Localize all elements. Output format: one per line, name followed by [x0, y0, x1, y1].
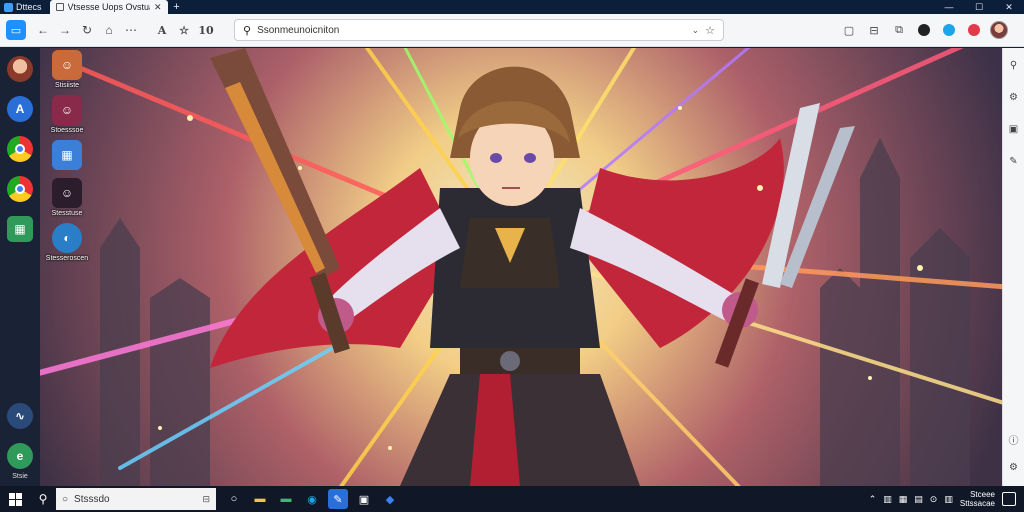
- dock-edge-icon[interactable]: e: [7, 443, 33, 469]
- desktop-icon-image: ◐: [52, 223, 82, 253]
- extensions-icon[interactable]: ⧉: [888, 19, 910, 41]
- tray-chevron-up-icon[interactable]: ⌃: [869, 494, 877, 505]
- notifications-icon[interactable]: [963, 19, 985, 41]
- desktop-icon-image: ☺: [52, 95, 82, 125]
- taskbar-search-icon[interactable]: ⚲: [30, 492, 56, 506]
- app-icon: [4, 2, 13, 12]
- edge-icon[interactable]: [938, 19, 960, 41]
- chrome-icon[interactable]: [7, 136, 33, 162]
- text-size-icon[interactable]: 10: [196, 19, 216, 41]
- clock-date: Sttssacae: [959, 499, 995, 508]
- dock-store-icon[interactable]: A: [7, 96, 33, 122]
- clock-time: Stceee: [970, 490, 995, 499]
- taskbar: ⚲ ○ Stsssdo ⊟ ○ ▬ ▬ ◉ ✎ ▣ ◆ ⌃ ▥ ▦ ▤ ⊙ ▥ …: [0, 486, 1024, 512]
- desktop-icon-image: ☺: [52, 50, 82, 80]
- wallpaper-artwork: [40, 48, 1002, 486]
- taskbar-apps: ○ ▬ ▬ ◉ ✎ ▣ ◆: [224, 489, 400, 509]
- collections-icon[interactable]: ▢: [838, 19, 860, 41]
- window-controls: — ☐ ✕: [934, 0, 1024, 14]
- address-text: Ssonmeunoicniton: [257, 24, 340, 36]
- minimize-button[interactable]: —: [934, 0, 964, 14]
- notification-center-icon[interactable]: [1002, 492, 1016, 506]
- windows-logo-icon: [8, 492, 22, 506]
- chevron-down-icon[interactable]: ⌄: [692, 25, 700, 36]
- search-circle-icon: ○: [62, 493, 69, 505]
- refresh-icon[interactable]: ↻: [76, 19, 98, 41]
- desktop-icon-label: Stoesssoe: [50, 127, 84, 134]
- app-menu[interactable]: Dttecs: [0, 0, 46, 14]
- sidebar-info-icon[interactable]: ⓘ: [1005, 430, 1023, 448]
- dock-bottom-label: Stsie: [12, 473, 28, 480]
- desktop-icon-image: ▦: [52, 140, 82, 170]
- forward-icon[interactable]: →: [54, 19, 76, 41]
- dock-sync-icon[interactable]: ∿: [7, 403, 33, 429]
- folder-icon[interactable]: ▬: [276, 489, 296, 509]
- split-screen-icon[interactable]: ⊟: [863, 19, 885, 41]
- new-tab-button[interactable]: +: [168, 1, 186, 13]
- desktop-icon[interactable]: ☺ Stoesssoe: [44, 95, 90, 134]
- close-window-button[interactable]: ✕: [994, 0, 1024, 14]
- back-icon[interactable]: ←: [32, 19, 54, 41]
- read-aloud-icon[interactable]: A: [152, 19, 172, 41]
- tray-keyboard-icon[interactable]: ▥: [944, 494, 953, 505]
- anime-hero-illustration: [40, 48, 1002, 486]
- store-icon[interactable]: ✎: [328, 489, 348, 509]
- edge-browser-icon[interactable]: ◉: [302, 489, 322, 509]
- tab-close-icon[interactable]: ✕: [154, 2, 162, 13]
- home-icon[interactable]: ⌂: [98, 19, 120, 41]
- microphone-icon[interactable]: ⊟: [202, 494, 210, 505]
- chrome-secondary-icon[interactable]: [7, 176, 33, 202]
- desktop-icon-label: Stisiiste: [54, 82, 80, 89]
- tray-battery-icon[interactable]: ▤: [914, 494, 923, 505]
- start-button[interactable]: [0, 486, 30, 512]
- dock-photos-icon[interactable]: ▦: [7, 216, 33, 242]
- browser-toolbar: ▭ ← → ↻ ⌂ ⋯ A ☆ 10 ⚲ Ssonmeunoicniton ⌄ …: [0, 14, 1024, 47]
- dock-avatar-app[interactable]: [7, 56, 33, 82]
- profile-dark-icon[interactable]: [913, 19, 935, 41]
- sidebar-tools-icon[interactable]: ⚙: [1005, 88, 1023, 106]
- tray-network-icon[interactable]: ▥: [883, 494, 892, 505]
- sidebar-toggle-icon[interactable]: ▭: [6, 20, 26, 40]
- search-icon: ⚲: [243, 24, 252, 37]
- taskbar-search-placeholder: Stsssdo: [74, 493, 110, 505]
- taskbar-search-box[interactable]: ○ Stsssdo ⊟: [56, 488, 216, 510]
- tray-wifi-icon[interactable]: ⊙: [930, 494, 938, 505]
- right-sidebar: ⚲ ⚙ ▣ ✎ ⓘ ⚙: [1002, 48, 1024, 486]
- user-avatar[interactable]: [988, 19, 1010, 41]
- tray-volume-icon[interactable]: ▦: [899, 494, 908, 505]
- tab-title: Vtsesse Uops Ovstuae: [67, 2, 150, 12]
- file-explorer-icon[interactable]: ▬: [250, 489, 270, 509]
- desktop-icon[interactable]: ☺ Stesstuse: [44, 178, 90, 217]
- photos-icon[interactable]: ▣: [354, 489, 374, 509]
- desktop-icon-label: Stesstuse: [51, 210, 83, 217]
- favorite-star-icon[interactable]: ☆: [174, 19, 194, 41]
- page-icon: [55, 3, 64, 11]
- bookmark-star-icon[interactable]: ☆: [705, 24, 715, 37]
- sidebar-settings-icon[interactable]: ⚙: [1005, 458, 1023, 476]
- desktop-icons: ☺ Stisiiste ☺ Stoesssoe ▦ ☺ Stesstuse ◐ …: [44, 50, 90, 262]
- maximize-button[interactable]: ☐: [964, 0, 994, 14]
- app-label: Dttecs: [16, 2, 42, 12]
- browser-tab-active[interactable]: Vtsesse Uops Ovstuae ✕: [49, 0, 168, 14]
- dock-bottom-group: ∿ e Stsie: [0, 403, 40, 480]
- taskbar-clock[interactable]: Stceee Sttssacae: [960, 490, 995, 508]
- desktop-icon-label: Stesseroscen: [45, 255, 89, 262]
- desktop-icon-image: ☺: [52, 178, 82, 208]
- toolbar-right-tools: ▢ ⊟ ⧉: [838, 19, 1024, 41]
- more-icon[interactable]: ⋯: [120, 19, 142, 41]
- extension-group: A ☆ 10: [152, 19, 216, 41]
- sidebar-shopping-icon[interactable]: ▣: [1005, 120, 1023, 138]
- left-dock: A ▦ ∿ e Stsie: [0, 48, 40, 486]
- window-titlebar: Dttecs Vtsesse Uops Ovstuae ✕ + — ☐ ✕: [0, 0, 1024, 14]
- desktop-icon[interactable]: ▦: [44, 140, 90, 172]
- address-bar[interactable]: ⚲ Ssonmeunoicniton ⌄ ☆: [234, 19, 724, 41]
- sidebar-edit-icon[interactable]: ✎: [1005, 152, 1023, 170]
- sidebar-bottom: ⓘ ⚙: [1005, 430, 1023, 486]
- system-tray: ⌃ ▥ ▦ ▤ ⊙ ▥ Stceee Sttssacae: [869, 490, 1024, 508]
- sidebar-search-icon[interactable]: ⚲: [1005, 56, 1023, 74]
- task-view-icon[interactable]: ○: [224, 489, 244, 509]
- desktop-icon[interactable]: ◐ Stesseroscen: [44, 223, 90, 262]
- vs-icon[interactable]: ◆: [380, 489, 400, 509]
- desktop-icon[interactable]: ☺ Stisiiste: [44, 50, 90, 89]
